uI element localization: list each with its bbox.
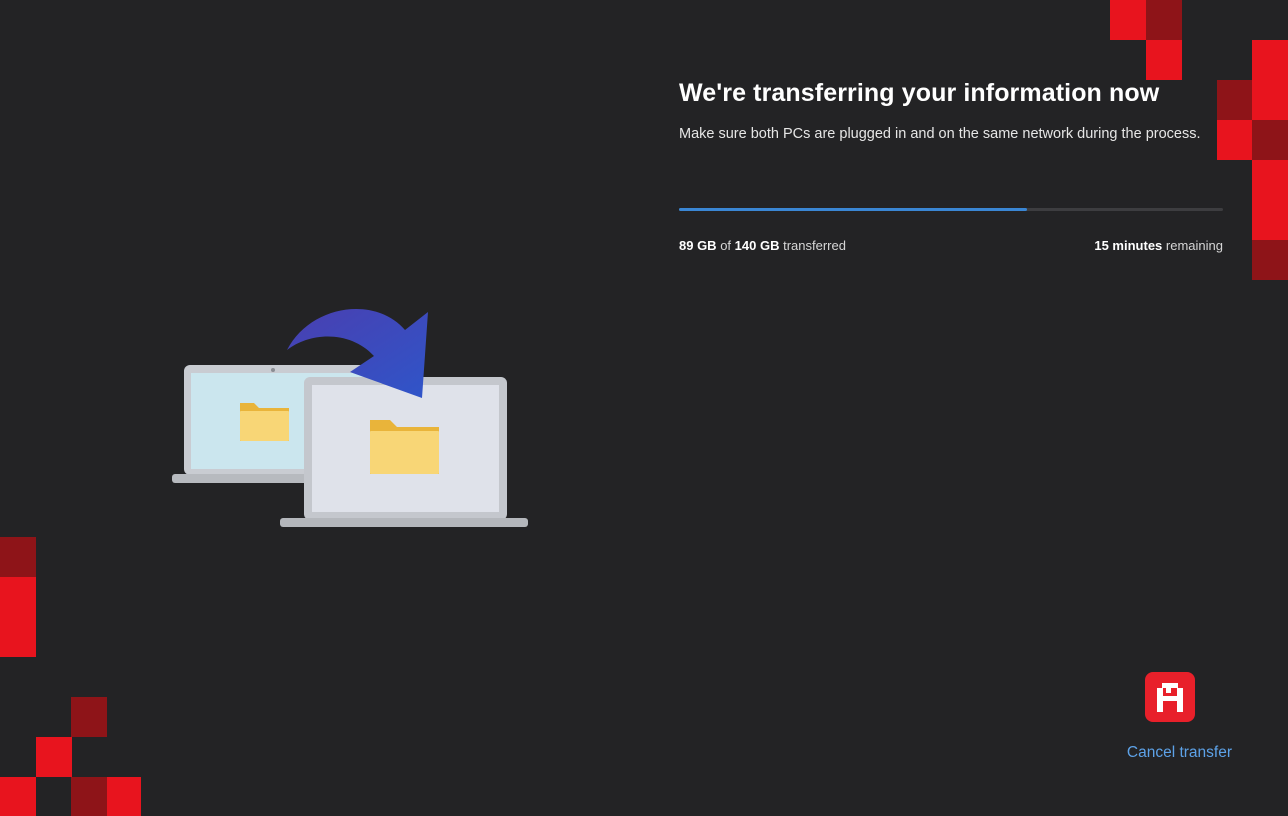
transfer-status-row: 89 GB of 140 GB transferred 15 minutes r… — [679, 238, 1223, 256]
time-remaining-suffix: remaining — [1165, 238, 1223, 253]
page-title: We're transferring your information now — [679, 79, 1160, 107]
time-remaining-text: 15 minutes remaining — [1094, 238, 1223, 253]
destination-laptop-icon — [280, 377, 528, 527]
transferred-amount: 89 GB — [679, 238, 717, 253]
transferred-suffix: transferred — [783, 238, 846, 253]
cancel-transfer-link[interactable]: Cancel transfer — [1127, 744, 1232, 762]
transfer-progress-bar — [679, 208, 1223, 211]
of-text: of — [720, 238, 732, 253]
transfer-progress-fill — [679, 208, 1028, 211]
transfer-content: We're transferring your information now … — [679, 78, 1224, 256]
transferred-amount-text: 89 GB of 140 GB transferred — [679, 238, 846, 253]
transfer-page: We're transferring your information now … — [0, 0, 1288, 816]
pc-to-pc-transfer-illustration — [160, 290, 540, 540]
brand-logo-icon — [1145, 672, 1195, 722]
total-amount: 140 GB — [734, 238, 780, 253]
time-remaining-value: 15 minutes — [1094, 238, 1163, 253]
page-subtitle: Make sure both PCs are plugged in and on… — [679, 126, 1201, 142]
